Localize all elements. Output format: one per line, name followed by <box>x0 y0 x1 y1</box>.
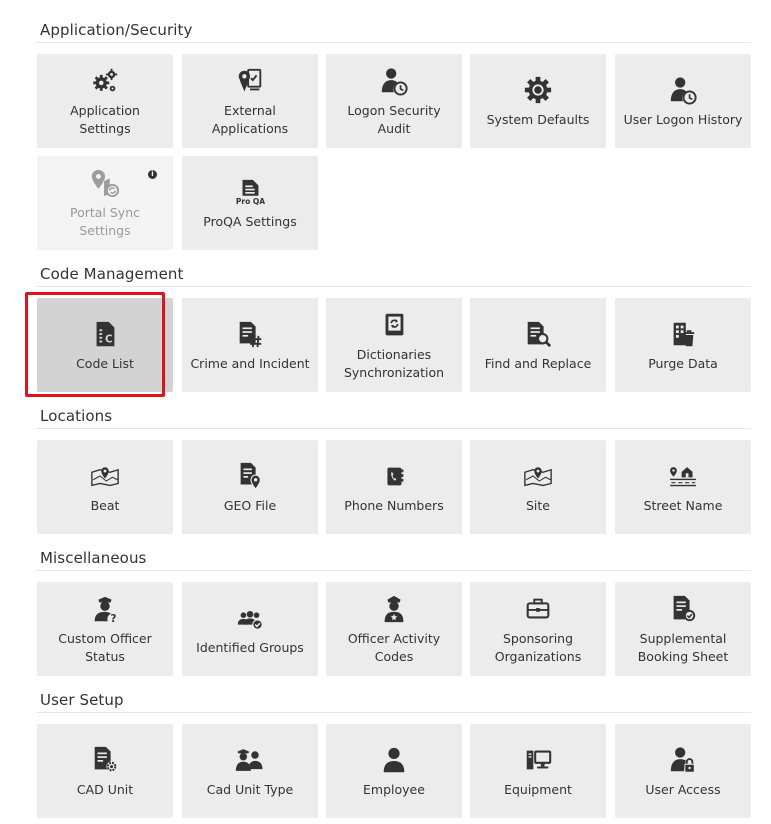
section-divider <box>37 712 751 713</box>
tile-label: Supplemental Booking Sheet <box>637 631 729 664</box>
section-divider <box>37 286 751 287</box>
tile-supplemental-booking-sheet[interactable]: Supplemental Booking Sheet <box>615 582 751 676</box>
tile-label: Code List <box>76 356 134 371</box>
tile-cad-unit-type[interactable]: Cad Unit Type <box>182 724 318 818</box>
phone-book-icon <box>377 459 411 493</box>
book-sync-icon <box>377 308 411 342</box>
briefcase-icon <box>521 592 555 626</box>
external-app-icon <box>233 64 267 98</box>
info-icon[interactable]: i <box>148 170 157 179</box>
tile-dictionaries-synchronization[interactable]: Dictionaries Synchronization <box>326 298 462 392</box>
section-divider <box>37 42 751 43</box>
officer-icon <box>377 592 411 626</box>
tile-label: External Applications <box>211 103 289 136</box>
tile-site[interactable]: Site <box>470 440 606 534</box>
building-trash-icon <box>666 317 700 351</box>
svg-text:?: ? <box>110 613 116 624</box>
officers-icon <box>233 743 267 777</box>
tile-label: System Defaults <box>486 112 590 127</box>
doc-search-icon <box>521 317 555 351</box>
section-title-application-security: Application/Security <box>40 21 193 39</box>
doc-check-icon <box>666 592 700 626</box>
tile-equipment[interactable]: Equipment <box>470 724 606 818</box>
tile-label: Sponsoring Organizations <box>494 631 582 664</box>
tile-label: Find and Replace <box>484 356 592 371</box>
tile-label: Site <box>526 498 550 513</box>
tile-label: Employee <box>363 782 425 797</box>
group-check-icon <box>233 601 267 635</box>
tile-label: Application Settings <box>70 103 140 136</box>
svg-text:C: C <box>105 333 113 345</box>
proqa-doc-icon: Pro QA <box>233 175 267 209</box>
section-title-miscellaneous: Miscellaneous <box>40 549 147 567</box>
tile-label: Street Name <box>643 498 723 513</box>
tile-label: Purge Data <box>648 356 718 371</box>
tile-label: Custom Officer Status <box>58 631 152 664</box>
tile-user-access[interactable]: User Access <box>615 724 751 818</box>
street-house-icon <box>666 459 700 493</box>
map-sync-icon <box>88 166 122 200</box>
tile-phone-numbers[interactable]: Phone Numbers <box>326 440 462 534</box>
tile-code-list[interactable]: C Code List <box>37 298 173 392</box>
tile-custom-officer-status[interactable]: ? Custom Officer Status <box>37 582 173 676</box>
tile-proqa-settings[interactable]: Pro QA ProQA Settings <box>182 156 318 250</box>
tile-label: Equipment <box>504 782 572 797</box>
section-divider <box>37 428 751 429</box>
tile-label: Portal Sync Settings <box>69 205 140 238</box>
svg-text:Pro QA: Pro QA <box>236 197 265 206</box>
section-title-user-setup: User Setup <box>40 691 124 709</box>
tile-logon-security-audit[interactable]: Logon Security Audit <box>326 54 462 148</box>
tile-label: Identified Groups <box>196 640 304 655</box>
tile-label: User Logon History <box>623 112 743 127</box>
map-pin-icon <box>521 459 555 493</box>
gear-icon <box>521 73 555 107</box>
code-list-icon: C <box>88 317 122 351</box>
user-lock-icon <box>666 743 700 777</box>
doc-hash-icon <box>233 317 267 351</box>
user-clock-icon <box>666 73 700 107</box>
tile-street-name[interactable]: Street Name <box>615 440 751 534</box>
doc-pin-icon <box>233 459 267 493</box>
map-pin-icon <box>88 459 122 493</box>
tile-application-settings[interactable]: Application Settings <box>37 54 173 148</box>
tile-label: Crime and Incident <box>190 356 310 371</box>
computer-icon <box>521 743 555 777</box>
tile-cad-unit[interactable]: CAD Unit <box>37 724 173 818</box>
tile-label: Phone Numbers <box>344 498 444 513</box>
tile-identified-groups[interactable]: Identified Groups <box>182 582 318 676</box>
tile-crime-and-incident[interactable]: Crime and Incident <box>182 298 318 392</box>
tile-find-and-replace[interactable]: Find and Replace <box>470 298 606 392</box>
tile-purge-data[interactable]: Purge Data <box>615 298 751 392</box>
officer-question-icon: ? <box>88 592 122 626</box>
tile-label: Beat <box>90 498 120 513</box>
user-clock-icon <box>377 64 411 98</box>
tile-user-logon-history[interactable]: User Logon History <box>615 54 751 148</box>
doc-gear-icon <box>88 743 122 777</box>
tile-portal-sync-settings: i Portal Sync Settings <box>37 156 173 250</box>
gears-icon <box>88 64 122 98</box>
tile-label: ProQA Settings <box>203 214 297 229</box>
tile-label: Cad Unit Type <box>206 782 294 797</box>
tile-label: CAD Unit <box>76 782 134 797</box>
tile-beat[interactable]: Beat <box>37 440 173 534</box>
tile-label: GEO File <box>223 498 277 513</box>
tile-external-applications[interactable]: External Applications <box>182 54 318 148</box>
section-divider <box>37 570 751 571</box>
section-title-locations: Locations <box>40 407 113 425</box>
tile-label: User Access <box>645 782 721 797</box>
tile-employee[interactable]: Employee <box>326 724 462 818</box>
user-icon <box>377 743 411 777</box>
tile-geo-file[interactable]: GEO File <box>182 440 318 534</box>
tile-system-defaults[interactable]: System Defaults <box>470 54 606 148</box>
section-title-code-management: Code Management <box>40 265 184 283</box>
tile-label: Dictionaries Synchronization <box>343 347 445 380</box>
tile-label: Officer Activity Codes <box>347 631 441 664</box>
tile-officer-activity-codes[interactable]: Officer Activity Codes <box>326 582 462 676</box>
tile-sponsoring-organizations[interactable]: Sponsoring Organizations <box>470 582 606 676</box>
tile-label: Logon Security Audit <box>347 103 441 136</box>
